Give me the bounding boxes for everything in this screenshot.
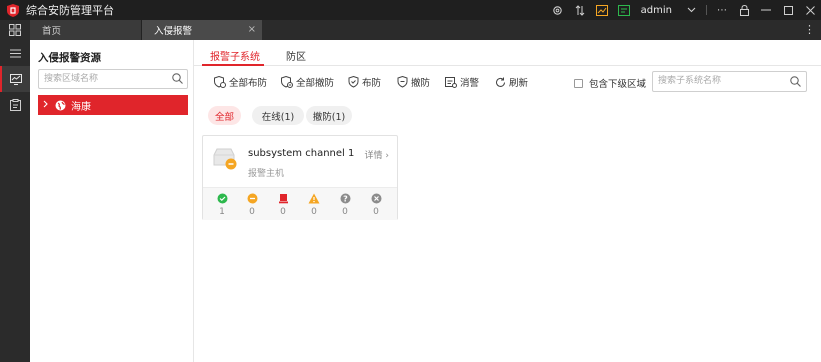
refresh-icon	[494, 76, 506, 88]
more-vertical-icon[interactable]: ⋮	[804, 23, 815, 36]
stat-disarmed: 0	[242, 192, 262, 217]
active-tab-indicator	[202, 64, 264, 66]
stat-value: 1	[219, 207, 225, 217]
close-circle-icon	[370, 192, 382, 204]
filter-all[interactable]: 全部	[208, 106, 241, 125]
arm-all-label: 全部布防	[229, 78, 268, 89]
area-search-input[interactable]: 搜索区域名称	[38, 69, 188, 89]
minimize-icon[interactable]	[757, 0, 775, 20]
details-label: 详情	[364, 151, 383, 161]
filter-disarmed[interactable]: 撤防(1)	[306, 106, 352, 125]
user-name[interactable]: admin	[641, 5, 672, 16]
main-content: 报警子系统 防区 全部布防 全部撤防 布防 撤防 消警 刷新 包含下级区域 搜索…	[194, 40, 821, 362]
sort-icon[interactable]	[571, 0, 589, 20]
search-icon[interactable]	[790, 76, 801, 95]
tab-home[interactable]: 首页	[30, 20, 142, 40]
chart-icon[interactable]	[593, 0, 611, 20]
shield-off-all-icon	[281, 76, 293, 88]
subsystem-search-input[interactable]: 搜索子系统名称	[652, 71, 807, 92]
clipboard-icon	[9, 99, 21, 111]
menu-icon[interactable]	[0, 40, 30, 66]
check-circle-icon	[216, 192, 228, 204]
resource-panel-title: 入侵报警资源	[38, 52, 101, 64]
disarm-all-button[interactable]: 全部撤防	[281, 75, 334, 89]
chevron-right-icon[interactable]	[43, 100, 48, 111]
minus-circle-icon	[246, 192, 258, 204]
app-grid-icon[interactable]	[0, 20, 30, 40]
left-nav	[0, 40, 30, 362]
arm-all-button[interactable]: 全部布防	[214, 75, 267, 89]
close-icon[interactable]	[801, 0, 819, 20]
stat-value: 0	[342, 207, 348, 217]
clear-alarm-icon	[445, 76, 457, 88]
divider	[706, 5, 707, 15]
maximize-icon[interactable]	[779, 0, 797, 20]
sub-tab-bar: 报警子系统 防区	[194, 40, 821, 66]
alarm-device-icon	[277, 192, 289, 204]
stat-warning: 0	[304, 192, 324, 217]
stat-value: 0	[311, 207, 317, 217]
include-subarea-checkbox[interactable]: 包含下级区域	[574, 76, 646, 90]
globe-icon	[55, 100, 66, 111]
stat-unknown: ? 0	[335, 192, 355, 217]
stat-value: 0	[373, 207, 379, 217]
include-subarea-label: 包含下级区域	[589, 79, 647, 90]
close-tab-icon[interactable]: ×	[248, 24, 256, 35]
checkbox-box[interactable]	[574, 78, 583, 88]
stat-normal: 1	[212, 192, 232, 217]
shield-check-icon	[347, 76, 359, 88]
warning-triangle-icon	[308, 192, 320, 204]
details-link[interactable]: 详情 ›	[365, 148, 389, 161]
nav-clipboard[interactable]	[0, 92, 30, 118]
arm-button[interactable]: 布防	[347, 75, 381, 89]
disarm-all-label: 全部撤防	[296, 78, 335, 89]
stat-value: 0	[280, 207, 286, 217]
clear-alarm-label: 消警	[460, 78, 480, 89]
app-title: 综合安防管理平台	[26, 4, 114, 17]
search-placeholder: 搜索区域名称	[44, 74, 99, 84]
shield-all-icon	[214, 76, 226, 88]
stat-offline: 0	[366, 192, 386, 217]
tree-item-label: 海康	[71, 101, 91, 113]
svg-text:?: ?	[343, 194, 348, 203]
subsystem-card[interactable]: subsystem channel 1 报警主机 详情 › 1 0 0 0 ? …	[202, 135, 398, 220]
shield-minus-icon	[396, 76, 408, 88]
settings-icon[interactable]	[549, 0, 567, 20]
tab-alarm-subsystem[interactable]: 报警子系统	[210, 48, 260, 63]
subsystem-stats: 1 0 0 0 ? 0 0	[203, 187, 397, 220]
subsystem-name: subsystem channel 1	[248, 148, 355, 159]
tree-item-hikvision[interactable]: 海康	[38, 95, 188, 115]
alarm-monitor-icon	[10, 73, 22, 85]
filter-online[interactable]: 在线(1)	[252, 106, 304, 125]
alarm-host-icon	[212, 147, 238, 171]
refresh-button[interactable]: 刷新	[494, 75, 528, 89]
refresh-label: 刷新	[509, 78, 529, 89]
stat-value: 0	[249, 207, 255, 217]
monitor-icon[interactable]	[615, 0, 633, 20]
tab-bar: 首页 入侵报警 × ⋮	[0, 20, 821, 40]
search-icon[interactable]	[172, 73, 183, 91]
tab-label: 入侵报警	[154, 26, 193, 37]
lock-icon[interactable]	[735, 0, 753, 20]
title-bar: 综合安防管理平台 admin ⋯	[0, 0, 821, 20]
more-options-icon[interactable]: ⋯	[713, 0, 731, 20]
chevron-down-icon[interactable]	[682, 0, 700, 20]
arm-label: 布防	[362, 78, 382, 89]
stat-alarm: 0	[273, 192, 293, 217]
disarm-label: 撤防	[411, 78, 431, 89]
question-circle-icon: ?	[339, 192, 351, 204]
nav-alarm-monitor[interactable]	[0, 66, 30, 92]
tab-label: 首页	[42, 26, 62, 37]
resource-panel: 入侵报警资源 搜索区域名称 海康	[30, 40, 194, 362]
tab-intrusion-alarm[interactable]: 入侵报警 ×	[142, 20, 262, 40]
search-placeholder: 搜索子系统名称	[658, 76, 722, 86]
disarm-button[interactable]: 撤防	[396, 75, 430, 89]
clear-alarm-button[interactable]: 消警	[445, 75, 479, 89]
tab-zone[interactable]: 防区	[286, 48, 306, 63]
subsystem-type: 报警主机	[248, 169, 285, 179]
app-logo-icon	[6, 3, 20, 17]
